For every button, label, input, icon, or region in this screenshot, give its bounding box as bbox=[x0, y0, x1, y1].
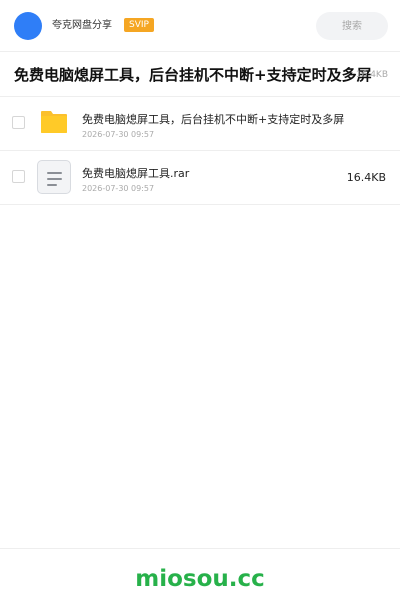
folder-icon bbox=[41, 111, 67, 133]
document-icon bbox=[37, 160, 71, 194]
file-date: 2026-07-30 09:57 bbox=[82, 130, 155, 139]
total-size: 16.4KB bbox=[355, 70, 388, 80]
svip-badge: SVIP bbox=[124, 18, 154, 32]
search-input[interactable] bbox=[316, 12, 388, 40]
select-checkbox[interactable] bbox=[12, 170, 25, 183]
select-checkbox[interactable] bbox=[12, 116, 25, 129]
file-name[interactable]: 免费电脑熄屏工具.rar bbox=[82, 166, 189, 181]
file-size: 16.4KB bbox=[346, 171, 386, 184]
header-bar: 夸克网盘分享 SVIP bbox=[0, 0, 400, 52]
file-row-folder[interactable]: 免费电脑熄屏工具，后台挂机不中断+支持定时及多屏 2026-07-30 09:5… bbox=[0, 97, 400, 151]
footer: miosou.cc bbox=[0, 548, 400, 600]
account-name: 夸克网盘分享 bbox=[52, 20, 112, 31]
share-title: 免费电脑熄屏工具，后台挂机不中断+支持定时及多屏 bbox=[14, 66, 372, 84]
file-row-archive[interactable]: 免费电脑熄屏工具.rar 2026-07-30 09:57 16.4KB bbox=[0, 151, 400, 205]
share-title-bar: 免费电脑熄屏工具，后台挂机不中断+支持定时及多屏 16.4KB bbox=[0, 53, 400, 97]
file-date: 2026-07-30 09:57 bbox=[82, 184, 155, 193]
file-name[interactable]: 免费电脑熄屏工具，后台挂机不中断+支持定时及多屏 bbox=[82, 112, 344, 127]
site-watermark: miosou.cc bbox=[135, 566, 265, 592]
avatar[interactable] bbox=[14, 12, 42, 40]
